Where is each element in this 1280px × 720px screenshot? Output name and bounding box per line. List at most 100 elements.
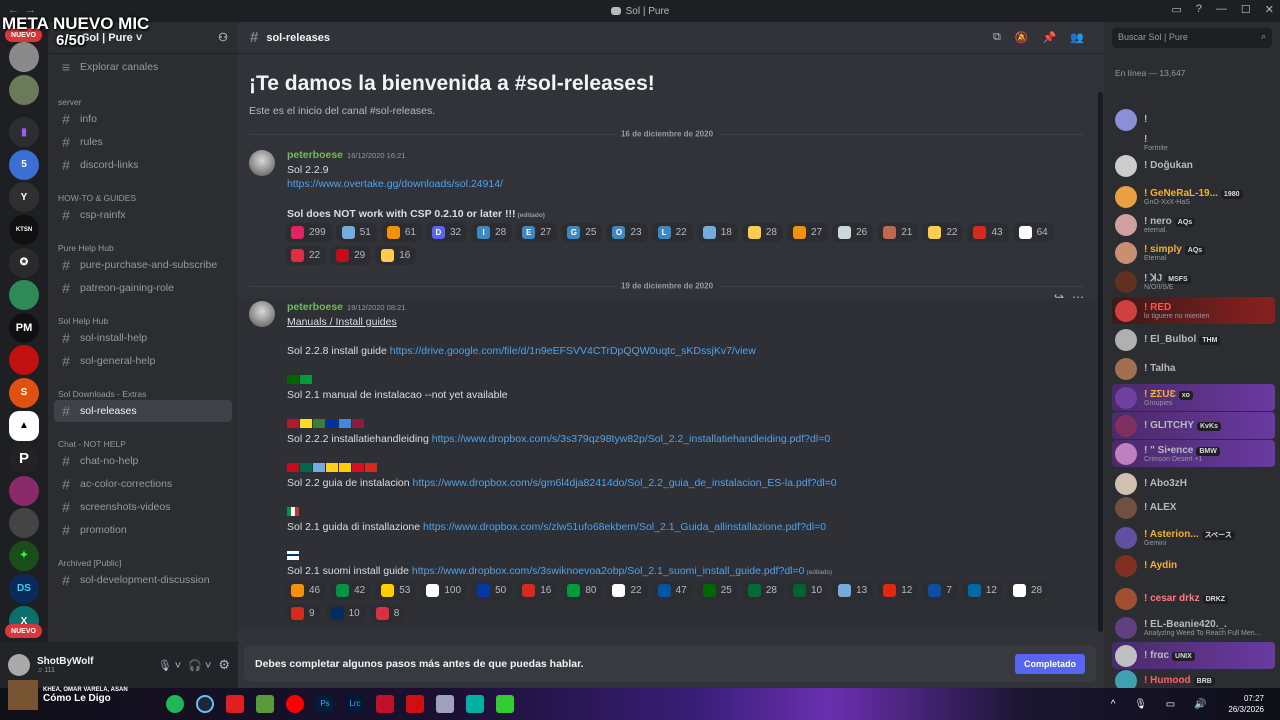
app-icon[interactable] xyxy=(436,695,454,713)
app-icon[interactable] xyxy=(226,695,244,713)
avatar[interactable] xyxy=(249,150,275,176)
reaction-button[interactable]: 64 xyxy=(1012,223,1054,242)
chat-scrollbar[interactable] xyxy=(1098,92,1103,632)
server-icon[interactable]: P xyxy=(9,443,39,474)
server-icon[interactable] xyxy=(9,475,39,506)
member-item[interactable]: ! ALEX xyxy=(1112,494,1275,521)
channel-screenshots-videos[interactable]: # screenshots-videos xyxy=(54,496,232,518)
members-icon[interactable]: 👥 xyxy=(1070,31,1084,44)
category-header[interactable]: Chat - NOT HELP xyxy=(48,431,238,449)
app-icon[interactable] xyxy=(496,695,514,713)
avatar[interactable] xyxy=(249,301,275,327)
reaction-button[interactable]: 100 xyxy=(420,581,468,600)
reaction-button[interactable]: 47 xyxy=(651,581,693,600)
reaction-button[interactable]: 22 xyxy=(922,223,964,242)
member-item[interactable]: ! simply AQs Eternal xyxy=(1112,239,1275,266)
category-header[interactable]: Archived [Public] xyxy=(48,550,238,568)
member-item[interactable]: ! " Si•ence BMW Crimson Desert +1 xyxy=(1112,440,1275,467)
guide-link[interactable]: https://www.dropbox.com/s/3swiknoevoa2ob… xyxy=(412,565,805,577)
steam-icon[interactable] xyxy=(196,695,214,713)
member-item[interactable]: ! ꓘJ MSFS N/O/I/S/E xyxy=(1112,268,1275,295)
channel-ac-color-corrections[interactable]: # ac-color-corrections xyxy=(54,473,232,495)
app-icon[interactable] xyxy=(406,695,424,713)
channel-chat-no-help[interactable]: # chat-no-help xyxy=(54,450,232,472)
category-header[interactable]: Pure Help Hub xyxy=(48,235,238,253)
reaction-button[interactable]: I 28 xyxy=(471,223,513,242)
photoshop-icon[interactable]: Ps xyxy=(316,695,334,713)
reaction-button[interactable]: 28 xyxy=(741,581,783,600)
server-icon-selected[interactable]: ▲ xyxy=(9,410,39,441)
reaction-button[interactable]: 25 xyxy=(696,581,738,600)
reaction-button[interactable]: 28 xyxy=(741,223,783,242)
guide-link[interactable]: https://www.dropbox.com/s/zlw51ufo68ekbe… xyxy=(423,521,826,533)
reaction-button[interactable]: 28 xyxy=(1007,581,1049,600)
category-header[interactable]: HOW-TO & GUIDES xyxy=(48,185,238,203)
reaction-button[interactable]: 51 xyxy=(335,223,377,242)
avatar[interactable] xyxy=(8,654,30,676)
threads-icon[interactable]: ⧉ xyxy=(993,31,1001,44)
server-icon[interactable] xyxy=(9,345,39,376)
server-icon[interactable] xyxy=(9,508,39,539)
member-item[interactable]: ! nero AQs eternal. xyxy=(1112,211,1275,238)
member-item[interactable]: ! frαc UNIX xyxy=(1112,642,1275,669)
member-item[interactable]: ! EL-Beanie420._. Analyzing Weed To Reach… xyxy=(1112,614,1275,641)
reaction-button[interactable]: L 22 xyxy=(651,223,693,242)
guide-link[interactable]: https://www.dropbox.com/s/3s379qz98tyw82… xyxy=(432,433,830,445)
reaction-button[interactable]: 53 xyxy=(375,581,417,600)
category-header[interactable]: Sol Help Hub xyxy=(48,308,238,326)
member-item[interactable]: ! ƵΣUƐ xo Groupies xyxy=(1112,384,1275,411)
app-icon[interactable] xyxy=(376,695,394,713)
headphones-icon[interactable]: 🎧 ˅ xyxy=(188,659,211,672)
minimize-button[interactable]: — xyxy=(1216,3,1227,16)
reaction-button[interactable]: 12 xyxy=(877,581,919,600)
reaction-button[interactable]: 26 xyxy=(832,223,874,242)
message-link[interactable]: https://www.overtake.gg/downloads/sol.24… xyxy=(287,178,503,190)
minecraft-icon[interactable] xyxy=(256,695,274,713)
reaction-button[interactable]: E 27 xyxy=(516,223,558,242)
guide-link[interactable]: https://www.dropbox.com/s/gm6l4dja82414d… xyxy=(413,477,837,489)
server-icon[interactable]: ✦ xyxy=(9,540,39,571)
channel-sol-install-help[interactable]: # sol-install-help xyxy=(54,327,232,349)
reaction-button[interactable]: 27 xyxy=(786,223,829,242)
server-icon[interactable]: KTSN xyxy=(9,214,39,245)
reaction-button[interactable]: 22 xyxy=(285,246,327,265)
reaction-button[interactable]: 29 xyxy=(330,246,372,265)
channel-promotion[interactable]: # promotion xyxy=(54,519,232,541)
add-member-icon[interactable]: ⚇ xyxy=(218,31,228,44)
reaction-button[interactable]: 8 xyxy=(369,604,406,623)
reaction-button[interactable]: O 23 xyxy=(606,223,648,242)
channel-patreon-gaining-role[interactable]: # patreon-gaining-role xyxy=(54,277,232,299)
close-button[interactable]: ✕ xyxy=(1265,3,1274,16)
server-icon[interactable]: ✪ xyxy=(9,247,39,278)
member-item[interactable]: ! GLITCHY KvKs xyxy=(1112,412,1275,439)
reaction-button[interactable]: 46 xyxy=(285,581,327,600)
reaction-button[interactable]: 61 xyxy=(380,223,422,242)
channel-pure-purchase-and-subscribe[interactable]: # pure-purchase-and-subscribe xyxy=(54,254,232,276)
spotify-icon[interactable] xyxy=(166,695,184,713)
channel-rules[interactable]: # rules xyxy=(54,131,232,153)
category-header[interactable]: Sol Downloads - Extras xyxy=(48,381,238,399)
category-header[interactable]: server xyxy=(48,89,238,107)
explore-channels[interactable]: ≡ Explorar canales xyxy=(54,56,232,78)
tray-icons[interactable]: ^ 🎙 ▭ 🔊 xyxy=(1111,699,1215,710)
server-icon[interactable] xyxy=(9,74,39,105)
member-item[interactable]: ! El_Bulbol THM xyxy=(1112,326,1275,353)
folder-icon[interactable]: ▮ xyxy=(9,117,39,148)
app-icon[interactable] xyxy=(466,695,484,713)
member-item[interactable]: ! cesar drkz DRKZ xyxy=(1112,585,1275,612)
channel-info[interactable]: # info xyxy=(54,108,232,130)
server-icon[interactable]: S xyxy=(9,377,39,408)
reaction-button[interactable]: D 32 xyxy=(425,223,468,242)
reaction-button[interactable]: 22 xyxy=(606,581,648,600)
member-item[interactable]: ! Talha xyxy=(1112,355,1275,382)
youtube-icon[interactable] xyxy=(286,695,304,713)
reaction-button[interactable]: 42 xyxy=(330,581,372,600)
reaction-button[interactable]: 299 xyxy=(285,223,332,242)
member-item[interactable]: ! Doğukan xyxy=(1112,152,1275,179)
channel-sol-general-help[interactable]: # sol-general-help xyxy=(54,350,232,372)
reaction-button[interactable]: 80 xyxy=(561,581,603,600)
author-name[interactable]: peterboese xyxy=(287,301,343,313)
maximize-button[interactable]: ☐ xyxy=(1241,3,1251,16)
search-input[interactable]: Buscar Sol | Pure ⌕ xyxy=(1112,28,1272,48)
inbox-icon[interactable]: ▭ xyxy=(1171,3,1181,16)
